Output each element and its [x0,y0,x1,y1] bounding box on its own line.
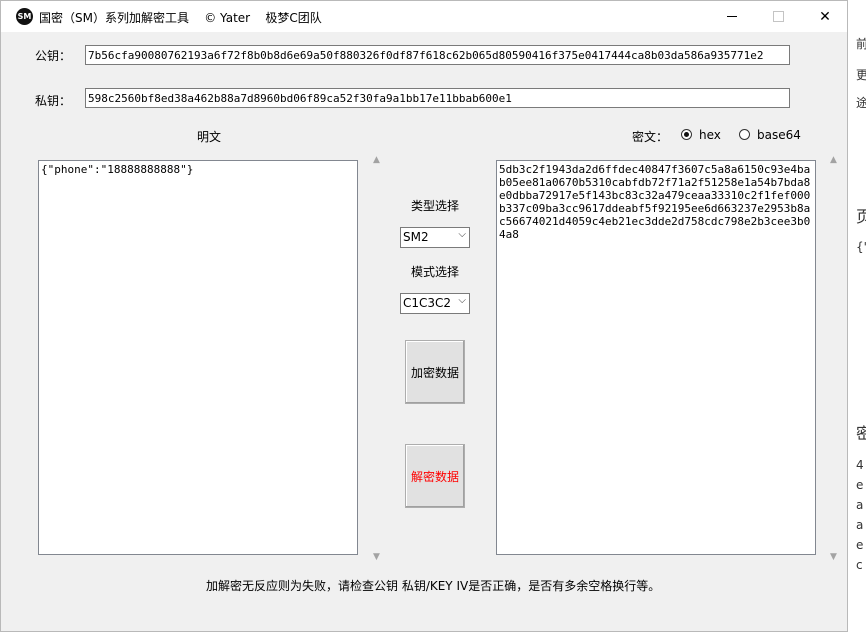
app-logo-icon: SM [16,8,33,25]
ciphertext-label: 密文： [632,130,669,144]
background-text: a [856,518,864,532]
chevron-down-icon: ⌵ [458,295,466,306]
minimize-icon [727,16,737,17]
background-text: 更 [856,68,866,82]
status-message: 加解密无反应则为失败，请检查公钥 私钥/KEY IV是否正确，是否有多余空格换行… [206,579,661,593]
base64-radio[interactable] [739,129,750,140]
background-text: 4 [856,458,864,472]
base64-radio-label[interactable]: base64 [757,128,801,142]
window-title: 国密（SM）系列加解密工具 © Yater 极梦C团队 [39,11,322,25]
app-window: SM 国密（SM）系列加解密工具 © Yater 极梦C团队 ✕ 公钥： 7b5… [0,0,848,632]
plaintext-scrollbar[interactable]: ▲ ▼ [368,151,385,565]
maximize-icon [772,11,784,22]
mode-select[interactable]: C1C3C2 ⌵ [400,293,470,314]
background-text: {' [856,240,866,254]
maximize-button[interactable] [755,1,801,32]
mode-select-value: C1C3C2 [403,296,452,310]
scroll-up-icon[interactable]: ▲ [825,151,842,168]
scroll-up-icon[interactable]: ▲ [368,151,385,168]
plaintext-textarea[interactable]: {"phone":"18888888888"} [38,160,358,555]
background-text: 密 [856,424,866,443]
mode-select-label: 模式选择 [411,265,460,279]
close-button[interactable]: ✕ [802,1,848,32]
chevron-down-icon: ⌵ [458,229,466,240]
background-text: e [856,538,864,552]
background-text: 途 [856,96,866,110]
scroll-down-icon[interactable]: ▼ [368,548,385,565]
background-text: 前 [856,37,866,51]
type-select[interactable]: SM2 ⌵ [400,227,470,248]
hex-radio[interactable] [681,129,692,140]
title-bar: SM 国密（SM）系列加解密工具 © Yater 极梦C团队 ✕ [1,1,847,32]
ciphertext-scrollbar[interactable]: ▲ ▼ [825,151,842,565]
background-text: a [856,498,864,512]
public-key-label: 公钥： [35,49,72,63]
background-text: e [856,478,864,492]
close-icon: ✕ [819,8,831,25]
minimize-button[interactable] [709,1,755,32]
type-select-label: 类型选择 [411,199,460,213]
background-text: c [856,558,863,572]
private-key-input[interactable]: 598c2560bf8ed38a462b88a7d8960bd06f89ca52… [85,88,790,108]
plaintext-label: 明文 [197,130,222,144]
decrypt-button[interactable]: 解密数据 [405,444,465,508]
ciphertext-textarea[interactable]: 5db3c2f1943da2d6ffdec40847f3607c5a8a6150… [496,160,816,555]
background-text: 页 [856,207,866,226]
type-select-value: SM2 [403,230,429,244]
public-key-input[interactable]: 7b56cfa90080762193a6f72f8b0b8d6e69a50f88… [85,45,790,65]
hex-radio-label[interactable]: hex [699,128,721,142]
private-key-label: 私钥： [35,94,72,108]
background-window-strip: 前 更 途 页 {' 密 4 e a a e c [848,0,866,639]
encrypt-button[interactable]: 加密数据 [405,340,465,404]
scroll-down-icon[interactable]: ▼ [825,548,842,565]
